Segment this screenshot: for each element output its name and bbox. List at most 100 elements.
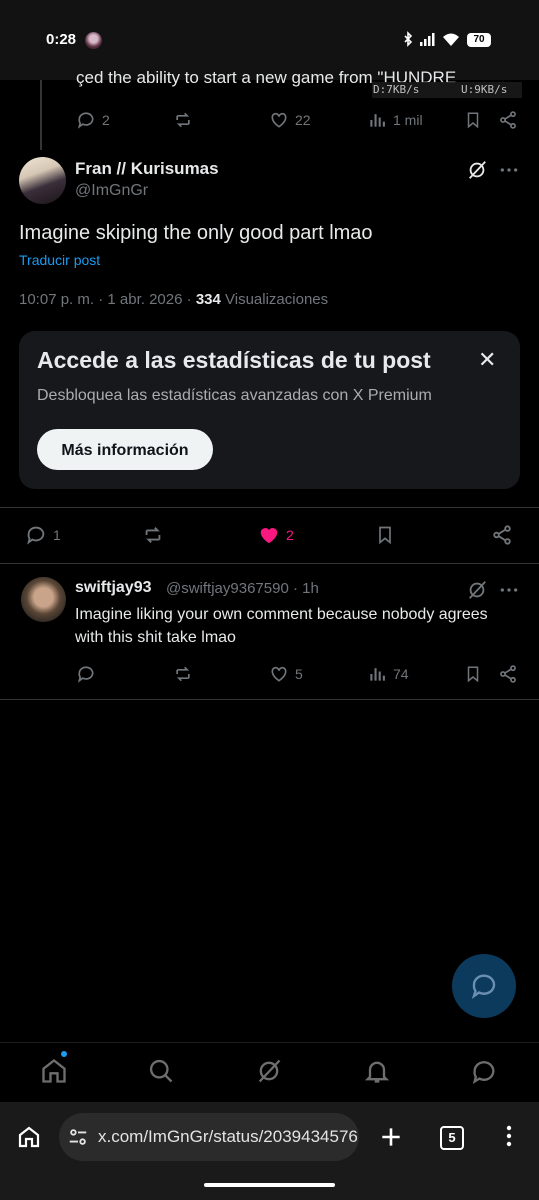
reply-icon [77, 112, 94, 129]
reply-grok-button[interactable] [466, 579, 488, 601]
prev-like-count: 22 [295, 112, 311, 128]
bluetooth-icon [404, 31, 413, 47]
compose-reply-button[interactable] [452, 954, 516, 1018]
share-icon [493, 525, 511, 545]
net-up: U:9KB/s [461, 83, 508, 96]
tweet-meta: 10:07 p. m. · 1 abr. 2026 · 334 Visualiz… [19, 291, 329, 308]
reply-icon [77, 666, 94, 683]
reply-action[interactable]: 1 [25, 524, 61, 546]
reply-repost-action[interactable] [172, 664, 194, 684]
divider [0, 507, 539, 508]
prev-reply-count: 2 [102, 112, 110, 128]
reply-share-action[interactable] [498, 664, 518, 684]
like-action[interactable]: 2 [258, 524, 294, 546]
more-icon [500, 168, 518, 172]
grok-button[interactable] [466, 159, 488, 181]
signal-icon [420, 33, 435, 46]
repost-icon [176, 112, 190, 128]
prev-views-action[interactable]: 1 mil [367, 110, 423, 130]
tweet-date: 1 abr. 2026 [107, 291, 183, 308]
home-icon [18, 1126, 40, 1148]
bookmark-icon [467, 666, 479, 683]
prev-like-action[interactable]: 22 [269, 110, 311, 130]
reply-icon [27, 526, 45, 545]
nav-search[interactable] [147, 1057, 175, 1085]
views-icon [370, 114, 385, 127]
nav-home-notification-dot [61, 1051, 67, 1057]
net-down: D:7KB/s [373, 83, 420, 96]
new-tab-icon [382, 1128, 400, 1146]
status-icons [402, 30, 466, 50]
prev-reply-action[interactable]: 2 [76, 110, 110, 130]
nav-grok[interactable] [255, 1057, 283, 1085]
search-icon [149, 1059, 173, 1083]
bookmark-icon [467, 112, 479, 129]
prev-views-count: 1 mil [393, 112, 423, 128]
reply-like-count: 5 [295, 666, 303, 682]
url-bar[interactable]: x.com/ImGnGr/status/2039434576 [59, 1113, 359, 1161]
divider [0, 563, 539, 564]
prev-share-action[interactable] [498, 110, 518, 130]
reply-bookmark-action[interactable] [464, 664, 482, 684]
home-indicator[interactable] [204, 1183, 335, 1187]
reply-age: 1h [302, 580, 319, 597]
author-handle[interactable]: @ImGnGr [75, 182, 148, 200]
bookmark-icon [379, 526, 391, 545]
repost-action[interactable] [141, 524, 165, 546]
nav-messages[interactable] [470, 1057, 498, 1085]
divider [0, 699, 539, 700]
reply-text: Imagine liking your own comment because … [75, 606, 488, 646]
battery-indicator: 70 [467, 33, 491, 47]
share-icon [500, 665, 516, 683]
reply-more-button[interactable] [499, 580, 519, 600]
reply-author-handle[interactable]: @swiftjay9367590 [166, 580, 289, 597]
reply-author-meta: @swiftjay9367590 · 1h [166, 580, 319, 597]
notifications-icon [364, 1061, 390, 1083]
grok-icon [469, 581, 486, 599]
thread-line [40, 80, 42, 150]
grok-icon [258, 1059, 281, 1083]
compose-icon [471, 974, 496, 999]
browser-home-button[interactable] [17, 1125, 41, 1149]
share-icon [500, 111, 516, 129]
prev-bookmark-action[interactable] [464, 110, 482, 130]
messages-icon [472, 1061, 495, 1085]
status-notification-avatar [85, 32, 102, 49]
reply-author-name[interactable]: swiftjay93 [75, 579, 151, 597]
nav-notifications[interactable] [363, 1057, 391, 1085]
like-count: 2 [286, 527, 294, 543]
nav-home[interactable] [40, 1057, 68, 1085]
browser-menu-button[interactable] [497, 1124, 521, 1148]
more-info-button[interactable]: Más información [37, 429, 213, 470]
prev-repost-action[interactable] [172, 110, 194, 130]
author-avatar[interactable] [19, 157, 66, 204]
like-icon [271, 112, 287, 128]
like-icon [260, 528, 278, 544]
repost-icon [176, 666, 190, 682]
author-name[interactable]: Fran // Kurisumas [75, 159, 219, 179]
new-tab-button[interactable] [378, 1124, 404, 1150]
reply-avatar[interactable] [21, 577, 66, 622]
tweet-text: Imagine skiping the only good part lmao [19, 222, 373, 244]
reply-reply-action[interactable] [76, 664, 96, 684]
repost-icon [145, 527, 161, 543]
translate-link[interactable]: Traducir post [19, 252, 100, 268]
url-text[interactable]: x.com/ImGnGr/status/2039434576 [98, 1127, 358, 1147]
premium-card-title: Accede a las estadísticas de tu post [37, 347, 431, 373]
grok-icon [469, 161, 486, 179]
share-action[interactable] [491, 524, 513, 546]
premium-stats-card: Accede a las estadísticas de tu post Des… [19, 331, 520, 489]
reply-views-action[interactable]: 74 [367, 664, 409, 684]
reply-views-count: 74 [393, 666, 409, 682]
close-icon[interactable]: ✕ [478, 347, 496, 373]
network-speed-overlay: D:7KB/s U:9KB/s [372, 82, 522, 98]
tab-switcher-button[interactable]: 5 [440, 1126, 464, 1150]
more-icon [500, 588, 518, 592]
more-button[interactable] [499, 160, 519, 180]
menu-icon [506, 1125, 512, 1147]
reply-like-action[interactable]: 5 [269, 664, 303, 684]
like-icon [271, 666, 287, 682]
bookmark-action[interactable] [375, 524, 395, 546]
site-settings-icon[interactable] [67, 1126, 89, 1148]
tweet-views-label: Visualizaciones [225, 291, 329, 308]
